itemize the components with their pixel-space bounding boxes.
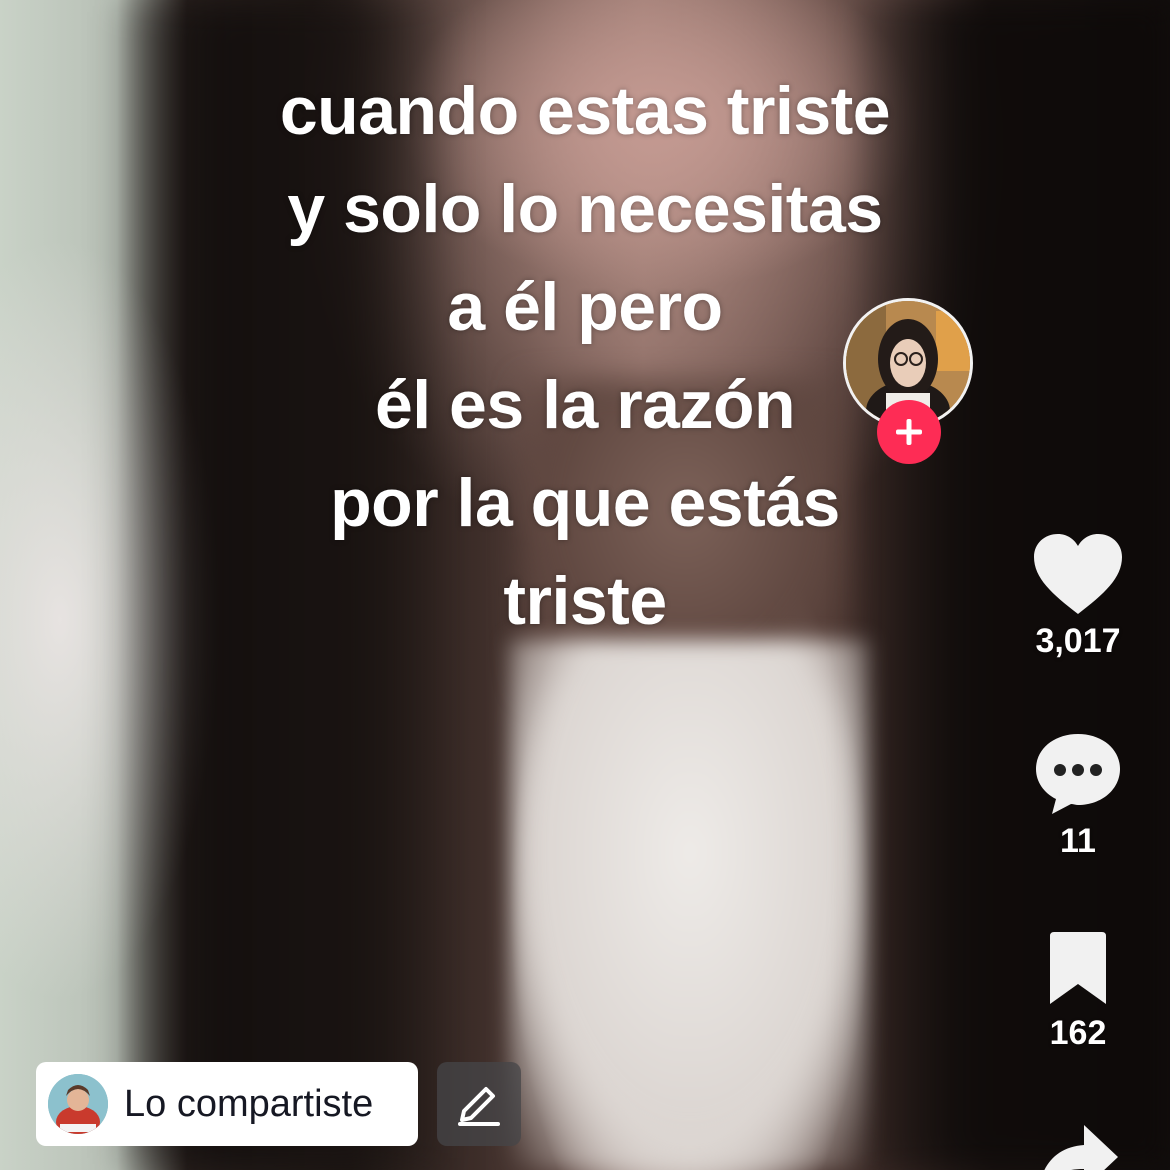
heart-icon <box>1034 534 1122 614</box>
share-button[interactable] <box>993 1125 1163 1170</box>
video-frame-shirt <box>510 640 870 1170</box>
shared-by-you-chip[interactable]: Lo compartiste <box>36 1062 418 1146</box>
edit-button[interactable] <box>437 1062 521 1146</box>
save-count: 162 <box>1049 1014 1107 1052</box>
like-button[interactable]: 3,017 <box>993 532 1163 661</box>
caption-line: y solo lo necesitas <box>287 171 883 247</box>
plus-icon <box>896 419 922 445</box>
caption-line: por la que estás <box>330 465 840 541</box>
avatar-image-icon <box>48 1074 108 1134</box>
caption-line: cuando estas triste <box>279 73 891 149</box>
caption-line: triste <box>503 563 667 639</box>
follow-button[interactable] <box>877 400 941 464</box>
comment-count: 11 <box>1060 822 1096 860</box>
like-count: 3,017 <box>1035 622 1121 660</box>
pencil-icon <box>458 1087 500 1126</box>
comment-button[interactable]: 11 <box>993 730 1163 861</box>
shared-label: Lo compartiste <box>124 1082 374 1125</box>
speech-bubble-icon <box>1036 734 1120 814</box>
share-arrow-icon <box>1044 1125 1118 1170</box>
bookmark-icon <box>1050 932 1106 1004</box>
save-button[interactable]: 162 <box>993 930 1163 1053</box>
user-avatar <box>48 1074 108 1134</box>
